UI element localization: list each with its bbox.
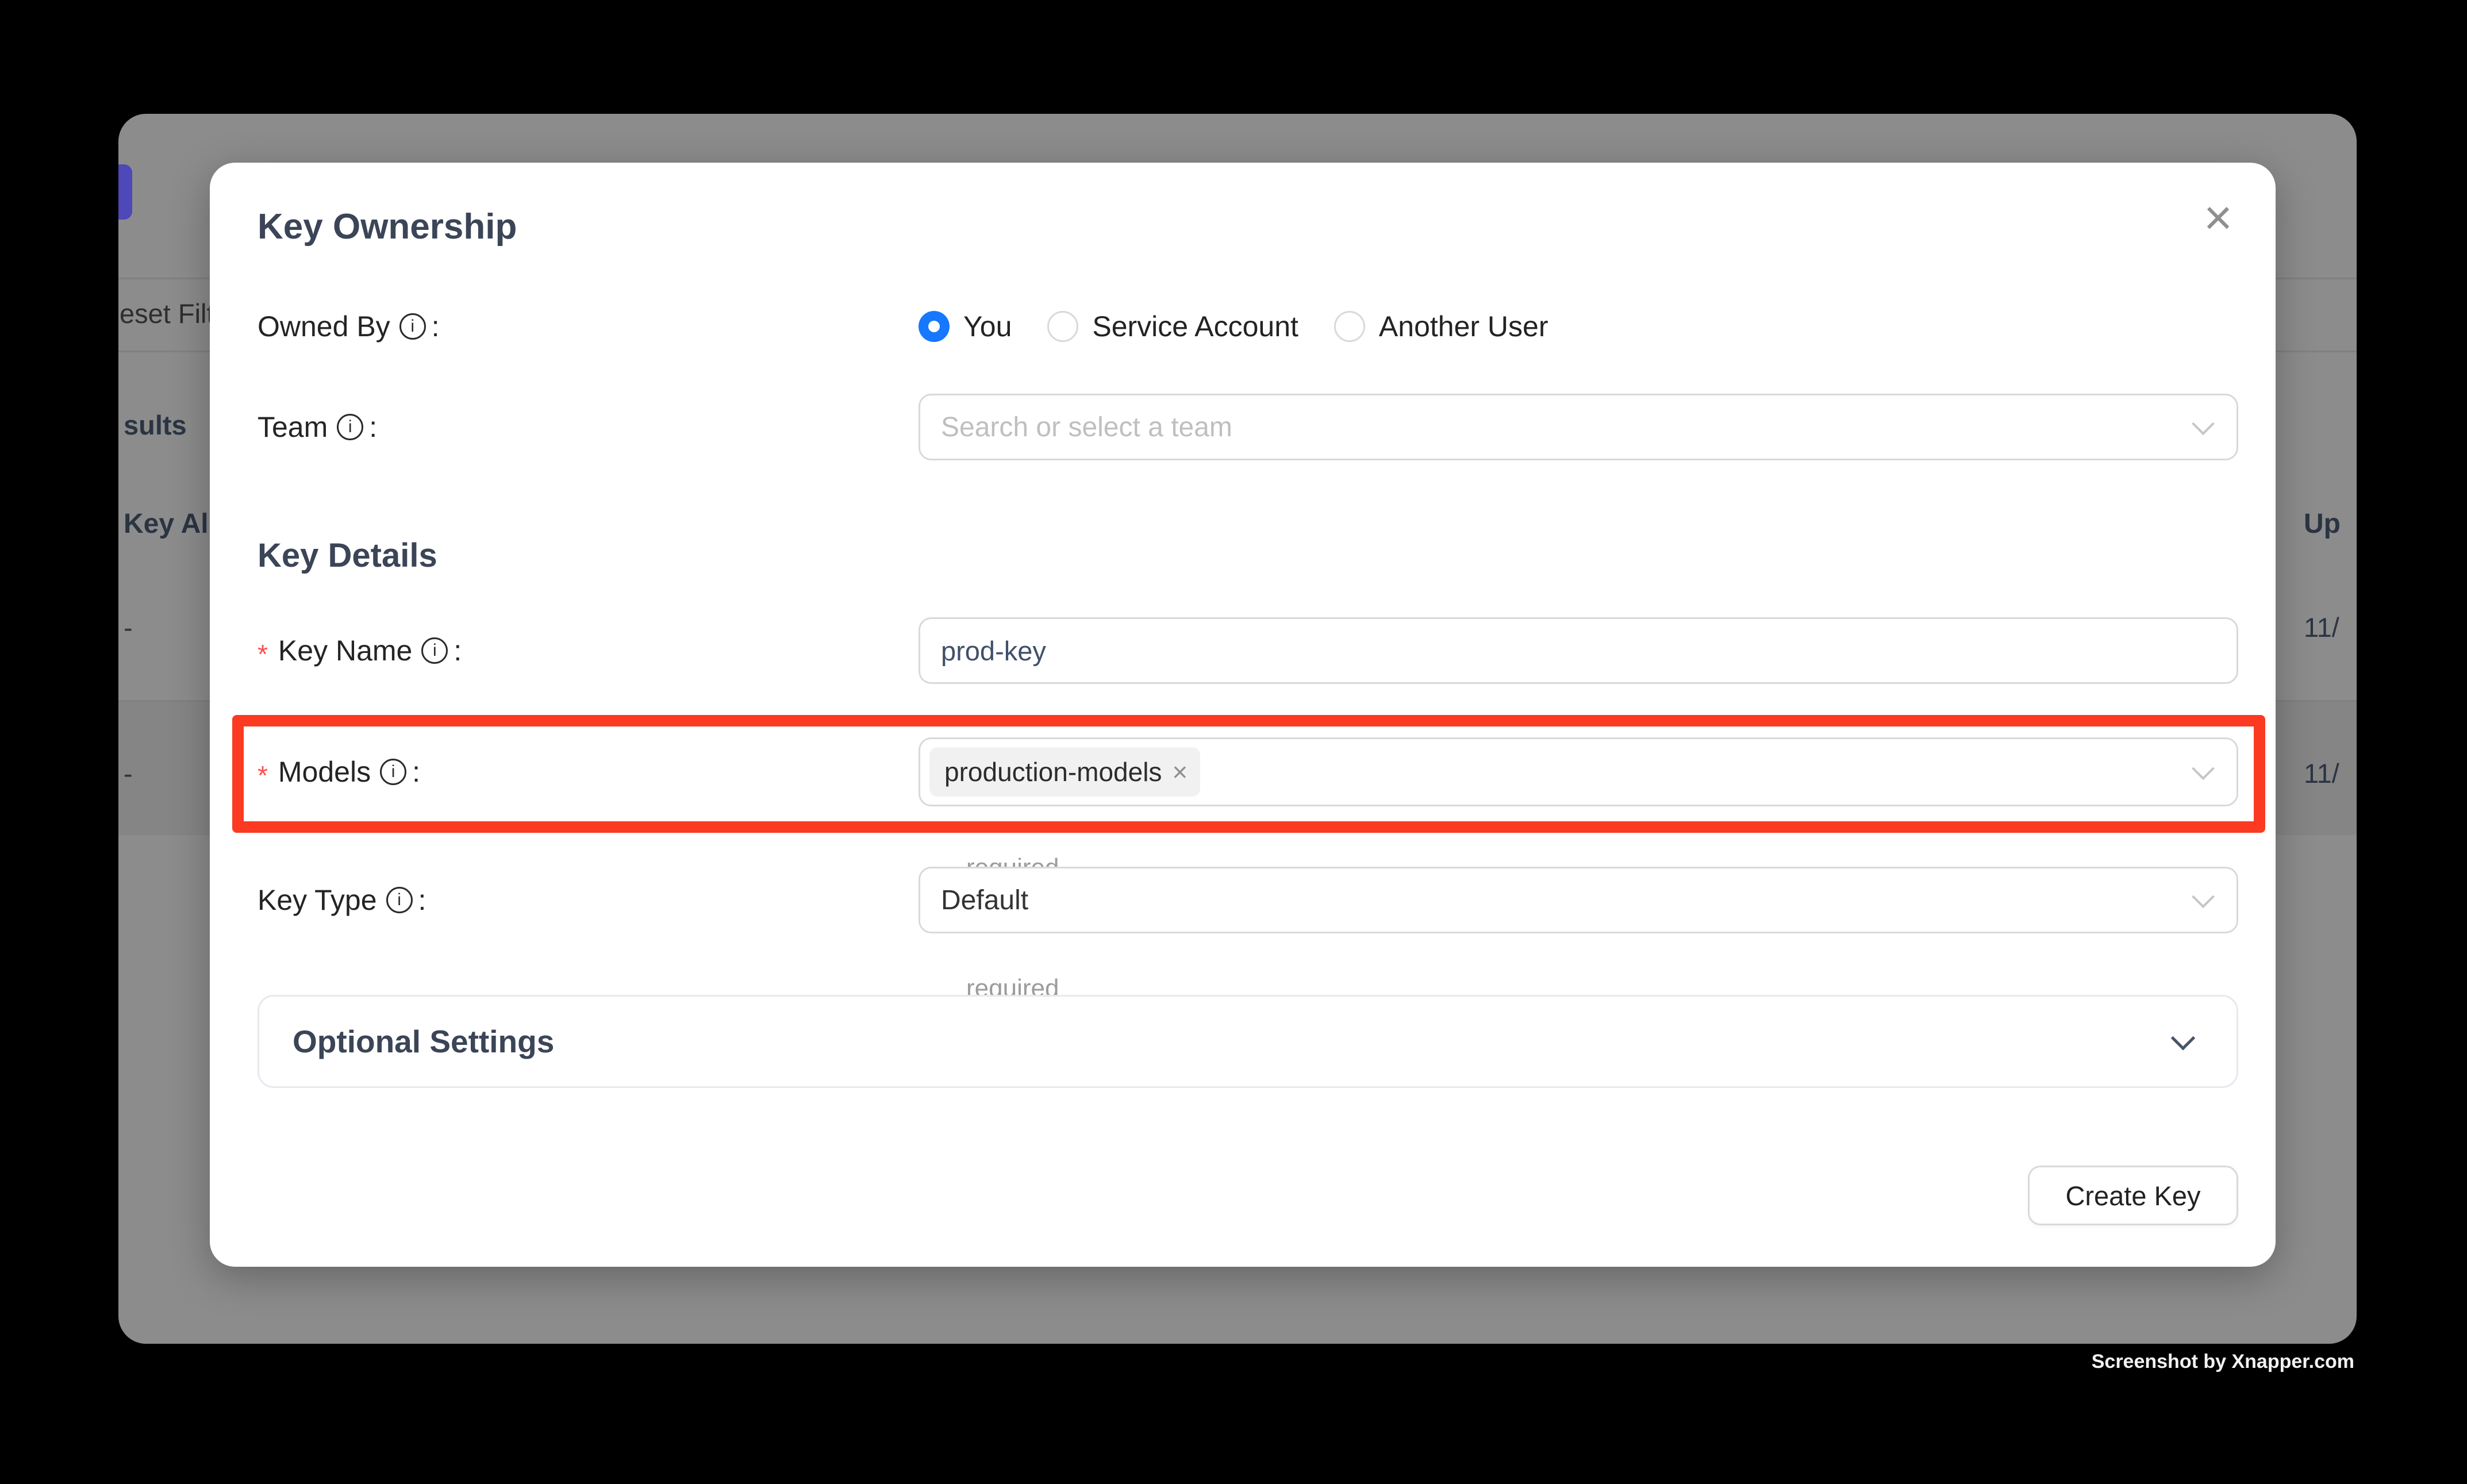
screenshot-canvas: eset Filt sults Key Alia Up - 11/ - 11/ … — [0, 0, 2467, 1484]
key-name-row: * Key Name i : prod-key — [258, 617, 2238, 685]
required-marker: * — [258, 760, 268, 791]
key-name-label: * Key Name i : — [258, 634, 919, 667]
results-count-partial: sults — [124, 409, 187, 441]
create-key-button[interactable]: Create Key — [2028, 1166, 2238, 1225]
tag-remove-icon[interactable]: × — [1172, 759, 1188, 785]
selected-model-tag: production-models × — [929, 747, 1200, 797]
required-marker: * — [258, 639, 268, 670]
radio-label: Service Account — [1092, 310, 1298, 343]
key-type-value: Default — [941, 885, 1028, 916]
label-colon: : — [418, 883, 426, 917]
info-icon[interactable]: i — [386, 887, 413, 913]
radio-option-service-account[interactable]: Service Account — [1047, 310, 1298, 343]
label-text: Key Name — [278, 634, 412, 667]
radio-option-you[interactable]: You — [919, 310, 1012, 343]
label-text: Key Type — [258, 883, 377, 917]
key-details-heading: Key Details — [258, 536, 437, 575]
key-type-row: Key Type i : Default — [258, 867, 2238, 933]
radio-option-another-user[interactable]: Another User — [1334, 310, 1548, 343]
close-icon[interactable]: × — [2192, 191, 2245, 244]
chevron-down-icon — [2192, 413, 2215, 436]
optional-settings-label: Optional Settings — [293, 1023, 554, 1060]
models-select[interactable]: production-models × — [919, 737, 2238, 806]
label-text: Team — [258, 410, 328, 444]
chevron-down-icon — [2171, 1026, 2195, 1050]
team-label: Team i : — [258, 410, 919, 444]
owned-by-row: Owned By i : You Service Account Another… — [258, 307, 2238, 345]
create-key-modal: Key Ownership × Owned By i : You Service… — [210, 163, 2276, 1267]
label-colon: : — [432, 310, 440, 343]
info-icon[interactable]: i — [380, 759, 406, 785]
partial-primary-button[interactable] — [118, 164, 132, 220]
radio-unselected-icon[interactable] — [1334, 311, 1365, 342]
info-icon[interactable]: i — [399, 313, 426, 340]
radio-label: You — [963, 310, 1012, 343]
chevron-down-icon — [2192, 758, 2215, 781]
table-row-alias-cell: - — [124, 758, 133, 789]
radio-label: Another User — [1379, 310, 1548, 343]
table-header-updated: Up — [2304, 508, 2341, 540]
radio-selected-icon[interactable] — [919, 311, 950, 342]
key-type-select[interactable]: Default — [919, 867, 2238, 933]
key-name-value: prod-key — [941, 635, 1046, 667]
chevron-down-icon — [2192, 886, 2215, 909]
info-icon[interactable]: i — [421, 637, 448, 664]
table-row-updated-cell: 11/ — [2304, 758, 2339, 789]
label-text: Models — [278, 755, 371, 789]
reset-filters-button-partial[interactable]: eset Filt — [120, 298, 214, 329]
models-label: * Models i : — [258, 755, 919, 789]
modal-title: Key Ownership — [258, 206, 517, 247]
table-row-updated-cell: 11/ — [2304, 612, 2339, 643]
owned-by-label: Owned By i : — [258, 310, 919, 343]
info-icon[interactable]: i — [337, 414, 363, 440]
label-colon: : — [369, 410, 377, 444]
label-colon: : — [454, 634, 462, 667]
team-select-placeholder: Search or select a team — [941, 412, 1232, 443]
model-tag-label: production-models — [944, 756, 1162, 787]
label-colon: : — [412, 755, 420, 789]
label-text: Owned By — [258, 310, 390, 343]
watermark-text: Screenshot by Xnapper.com — [2092, 1351, 2354, 1373]
table-row-alias-cell: - — [124, 612, 133, 643]
team-row: Team i : Search or select a team — [258, 394, 2238, 460]
models-row: * Models i : production-models × — [258, 737, 2238, 806]
owned-by-radio-group: You Service Account Another User — [919, 310, 2238, 343]
key-name-input[interactable]: prod-key — [919, 617, 2238, 684]
key-type-label: Key Type i : — [258, 883, 919, 917]
optional-settings-toggle[interactable]: Optional Settings — [258, 995, 2238, 1088]
radio-unselected-icon[interactable] — [1047, 311, 1078, 342]
team-select[interactable]: Search or select a team — [919, 394, 2238, 460]
